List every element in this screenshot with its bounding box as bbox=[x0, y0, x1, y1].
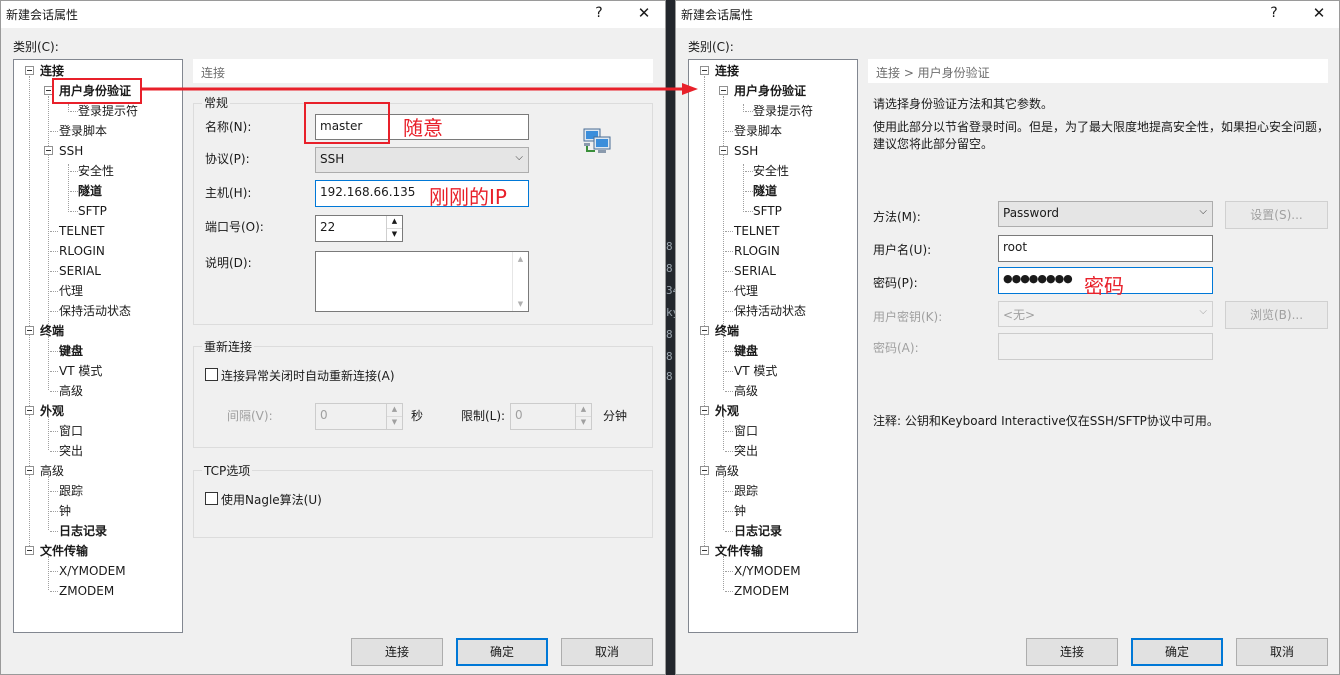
annotation-arrow-icon bbox=[141, 83, 698, 95]
